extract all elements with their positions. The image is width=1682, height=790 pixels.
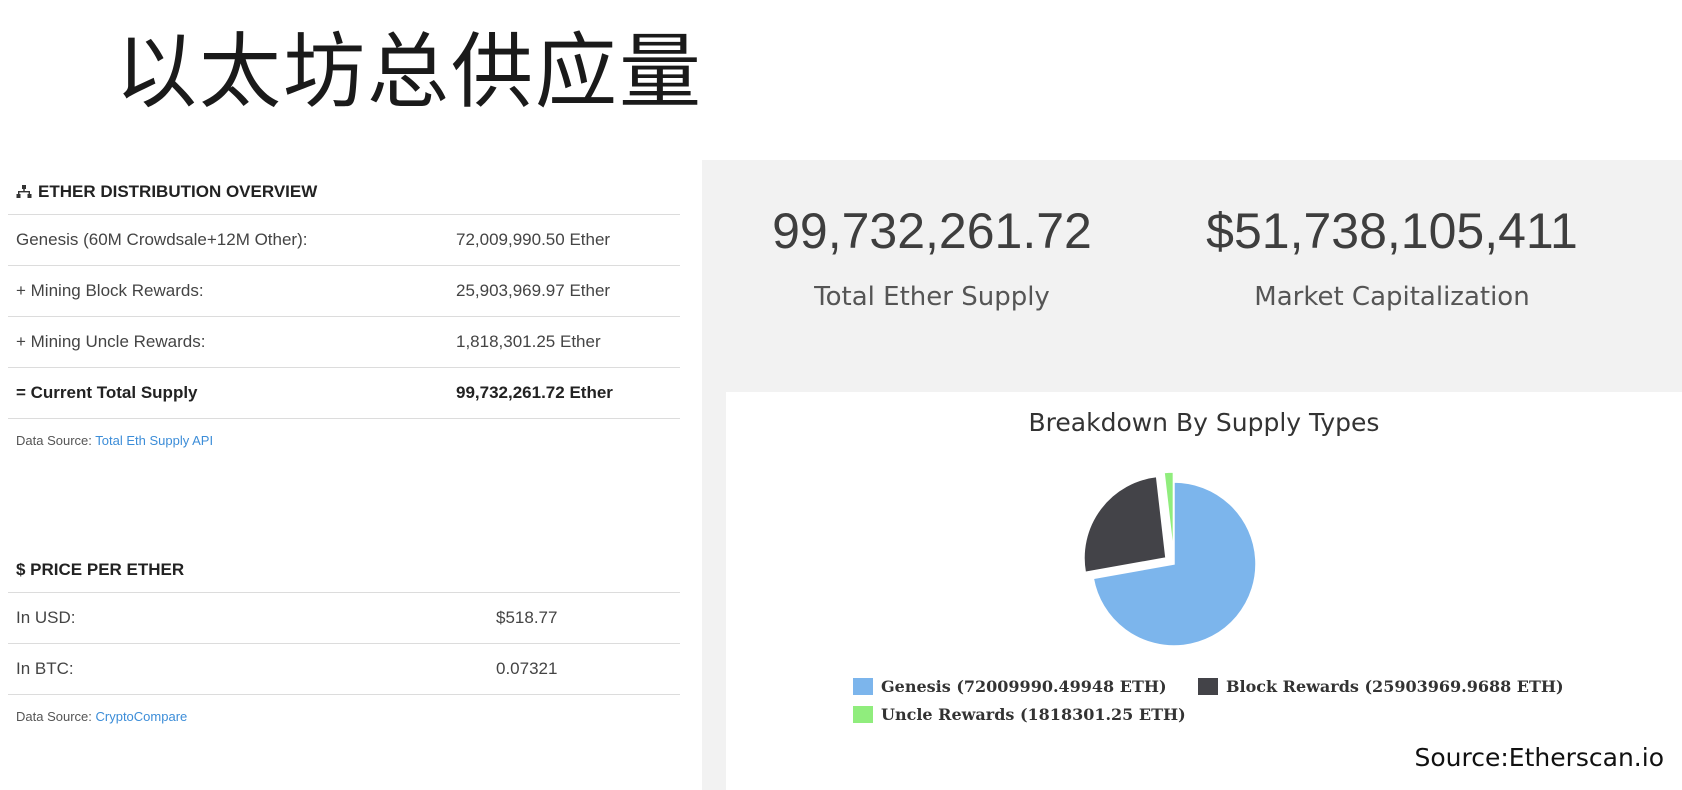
cryptocompare-link[interactable]: CryptoCompare [96,709,188,724]
market-cap-stat: $51,738,105,411 Market Capitalization [1192,202,1592,312]
legend-label: Uncle Rewards (1818301.25 ETH) [881,705,1186,724]
source-prefix: Data Source: [16,433,92,448]
total-row: = Current Total Supply 99,732,261.72 Eth… [8,368,680,419]
price-section: $ PRICE PER ETHER In USD: $518.77 In BTC… [8,548,680,738]
row-value: $518.77 [496,608,558,627]
source-credit: Source:Etherscan.io [1414,743,1664,772]
row-value: 99,732,261.72 Ether [456,383,613,402]
supply-chart: Breakdown By Supply Types Genesis (72009… [726,392,1682,790]
supply-label: Total Ether Supply [814,282,1050,312]
supply-value: 99,732,261.72 [772,203,1092,259]
pie-slice-uncle-rewards[interactable] [1163,471,1175,555]
stats-panel: 99,732,261.72 Total Ether Supply $51,738… [702,160,1682,790]
row-value: 72,009,990.50 Ether [456,230,611,249]
legend-swatch [853,678,873,695]
row-label: Genesis (60M Crowdsale+12M Other): [16,230,308,249]
distribution-heading: ETHER DISTRIBUTION OVERVIEW [8,170,680,215]
pie-slice-block-rewards[interactable] [1083,475,1167,574]
row-label: In USD: [16,608,76,627]
market-cap-value: $51,738,105,411 [1206,203,1578,259]
row-value: 0.07321 [496,659,558,678]
total-eth-supply-api-link[interactable]: Total Eth Supply API [95,433,213,448]
market-cap-label: Market Capitalization [1254,282,1530,312]
pie-chart [1083,471,1257,647]
legend-item-block-rewards[interactable]: Block Rewards (25903969.9688 ETH) [1198,677,1564,696]
table-row: Genesis (60M Crowdsale+12M Other): 72,00… [8,215,680,266]
source-prefix: Data Source: [16,709,92,724]
left-column: ETHER DISTRIBUTION OVERVIEW Genesis (60M… [8,170,680,738]
legend-label: Block Rewards (25903969.9688 ETH) [1226,677,1564,696]
row-label: = Current Total Supply [16,383,198,402]
legend-item-uncle-rewards[interactable]: Uncle Rewards (1818301.25 ETH) [853,705,1186,724]
table-row: In USD: $518.77 [8,593,680,644]
row-label: + Mining Block Rewards: [16,281,204,300]
price-heading: $ PRICE PER ETHER [8,548,680,593]
sitemap-icon [16,185,32,198]
legend-item-genesis[interactable]: Genesis (72009990.49948 ETH) [853,677,1167,696]
table-row: In BTC: 0.07321 [8,644,680,695]
row-label: In BTC: [16,659,74,678]
table-row: + Mining Block Rewards: 25,903,969.97 Et… [8,266,680,317]
legend-swatch [853,706,873,723]
distribution-source: Data Source: Total Eth Supply API [8,419,680,462]
row-label: + Mining Uncle Rewards: [16,332,206,351]
supply-stat: 99,732,261.72 Total Ether Supply [747,202,1117,312]
distribution-table: Genesis (60M Crowdsale+12M Other): 72,00… [8,215,680,419]
price-source: Data Source: CryptoCompare [8,695,680,738]
row-value: 25,903,969.97 Ether [456,281,611,300]
table-row: + Mining Uncle Rewards: 1,818,301.25 Eth… [8,317,680,368]
legend-label: Genesis (72009990.49948 ETH) [881,677,1167,696]
distribution-heading-text: ETHER DISTRIBUTION OVERVIEW [38,182,318,201]
row-value: 1,818,301.25 Ether [456,332,601,351]
page-title: 以太坊总供应量 [115,25,704,120]
legend-swatch [1198,678,1218,695]
